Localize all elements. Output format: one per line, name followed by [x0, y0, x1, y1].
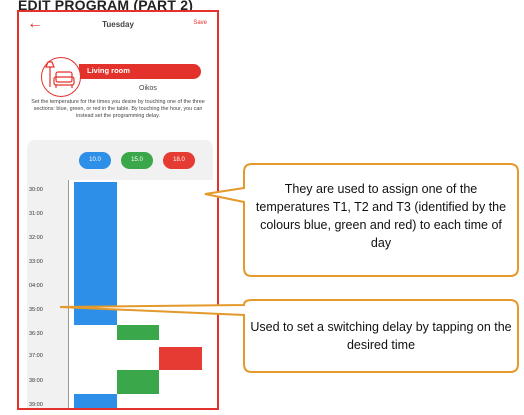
callout-text-2: Used to set a switching delay by tapping… [250, 320, 512, 352]
armchair-lamp-icon [41, 57, 81, 97]
callout-text-1: They are used to assign one of the tempe… [255, 182, 507, 250]
